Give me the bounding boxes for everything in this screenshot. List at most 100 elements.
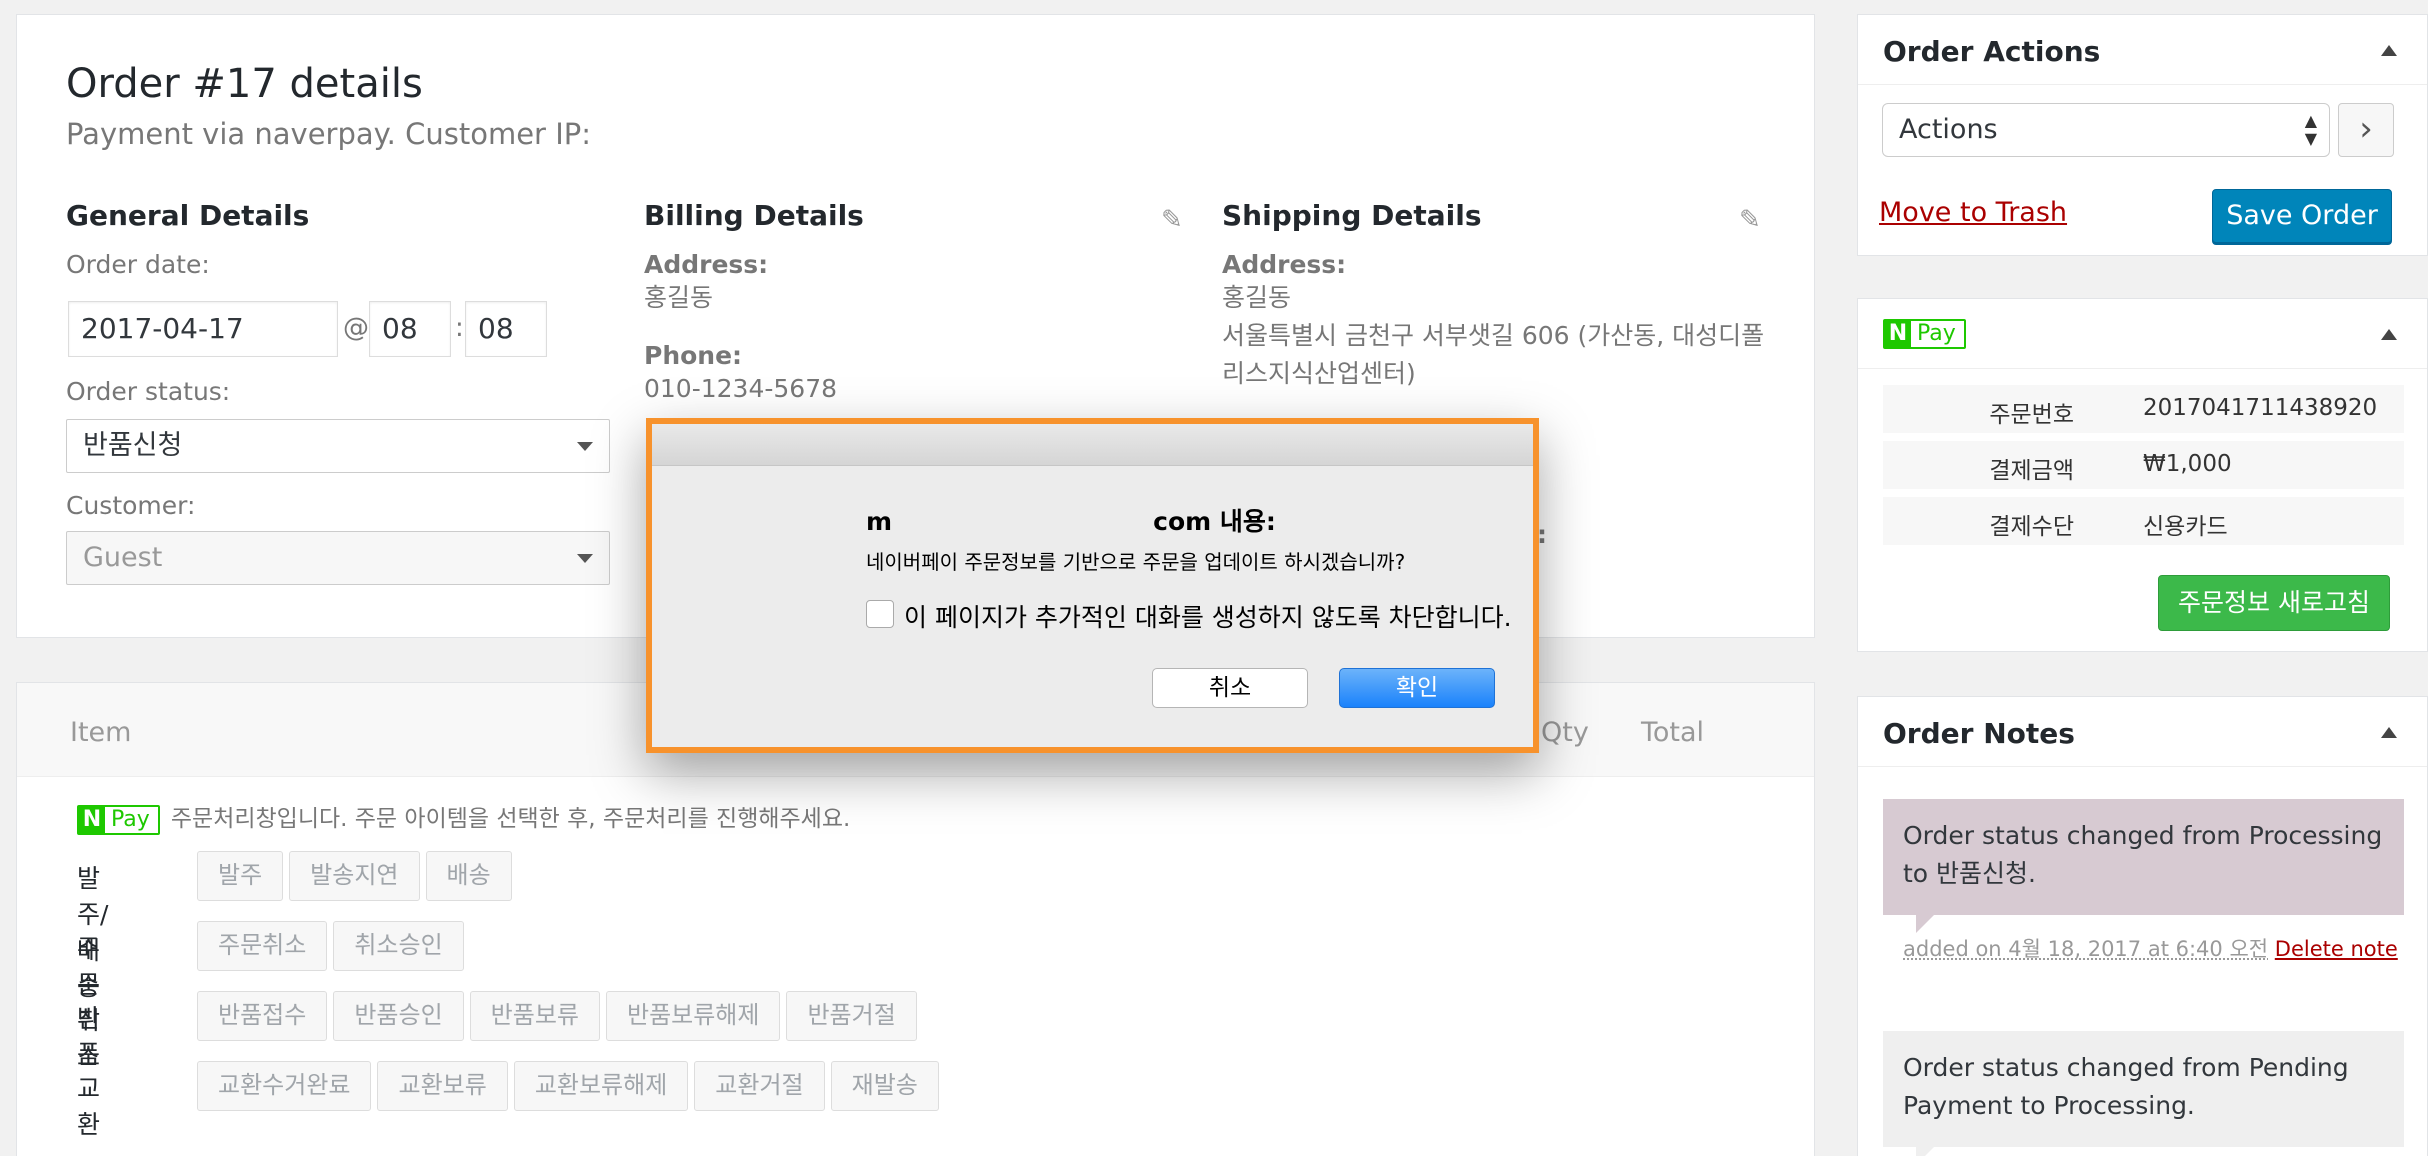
npay-box-header[interactable]: N Pay bbox=[1858, 299, 2427, 369]
move-to-trash-link[interactable]: Move to Trash bbox=[1879, 197, 2067, 228]
npay-label: Pay bbox=[111, 807, 150, 832]
save-order-button[interactable]: Save Order bbox=[2212, 189, 2392, 243]
collapse-icon[interactable] bbox=[2381, 329, 2397, 340]
select-arrows-icon: ▲ ▼ bbox=[2304, 111, 2317, 148]
naver-n-icon: N bbox=[1885, 321, 1911, 347]
shipping-address-line: 서울특별시 금천구 서부샛길 606 (가산동, 대성디폴 bbox=[1222, 321, 1765, 350]
order-actions-value: Actions bbox=[1899, 114, 1998, 145]
action-button[interactable]: 반품보류 bbox=[469, 991, 600, 1041]
billing-phone-value: 010-1234-5678 bbox=[644, 374, 838, 403]
billing-address-label: Address: bbox=[644, 250, 769, 279]
order-number-value: 2017041711438920 bbox=[2143, 395, 2378, 421]
action-button[interactable]: 취소승인 bbox=[333, 921, 464, 971]
note-meta: added on 4월 18, 2017 at 6:40 오전 Delete n… bbox=[1903, 933, 2403, 965]
npay-notice: N Pay 주문처리창입니다. 주문 아이템을 선택한 후, 주문처리를 진행해주… bbox=[77, 799, 850, 835]
general-details-heading: General Details bbox=[66, 199, 310, 232]
shipping-address-label: Address: bbox=[1222, 250, 1347, 279]
col-total: Total bbox=[1641, 717, 1705, 748]
order-number-label: 주문번호 bbox=[1989, 402, 2074, 428]
npay-box: N Pay 주문번호 2017041711438920 결제금액 ₩1,000 결… bbox=[1857, 298, 2428, 652]
billing-details: Billing Details Address: 홍길동 Phone: 010-… bbox=[644, 199, 1184, 408]
note-tail bbox=[1916, 1147, 1934, 1156]
shipping-address-line: 리스지식산업센터) bbox=[1222, 359, 1416, 388]
note-tail bbox=[1916, 915, 1934, 933]
shipping-details-heading: Shipping Details bbox=[1222, 199, 1482, 232]
payment-method-label: 결제수단 bbox=[1989, 514, 2074, 540]
dialog-message: 네이버페이 주문정보를 기반으로 주문을 업데이트 하시겠습니까? bbox=[866, 550, 1406, 574]
naver-n-icon: N bbox=[79, 807, 105, 833]
order-number-row: 주문번호 2017041711438920 bbox=[1883, 385, 2404, 433]
row-label: 반품 bbox=[77, 1004, 101, 1069]
shipping-details: Shipping Details Address: 홍길동 서울특별시 금천구 … bbox=[1222, 199, 1782, 393]
order-actions-box: Order Actions Actions ▲ ▼ › Move to Trash… bbox=[1857, 14, 2428, 256]
billing-address-value: 홍길동 bbox=[644, 283, 714, 312]
col-qty: Qty bbox=[1541, 717, 1589, 748]
payment-method-row: 결제수단 신용카드 bbox=[1883, 497, 2404, 545]
chevron-down-icon bbox=[577, 554, 593, 563]
collapse-icon[interactable] bbox=[2381, 45, 2397, 56]
collapse-icon[interactable] bbox=[2381, 727, 2397, 738]
order-status-label: Order status: bbox=[66, 377, 231, 406]
action-button[interactable]: 배송 bbox=[425, 851, 512, 901]
action-button[interactable]: 반품접수 bbox=[197, 991, 328, 1041]
note-date: added on 4월 18, 2017 at 6:40 오전 bbox=[1903, 937, 2269, 961]
time-colon: : bbox=[455, 313, 464, 343]
action-button[interactable]: 발주 bbox=[197, 851, 284, 901]
payment-method-value: 신용카드 bbox=[2143, 514, 2228, 540]
action-button[interactable]: 교환거절 bbox=[694, 1061, 825, 1111]
action-button[interactable]: 교환보류 bbox=[377, 1061, 508, 1111]
order-minute-input[interactable]: 08 bbox=[465, 301, 547, 357]
action-button[interactable]: 교환수거완료 bbox=[197, 1061, 372, 1111]
order-actions-select[interactable]: Actions ▲ ▼ bbox=[1882, 103, 2330, 157]
order-notes-heading: Order Notes bbox=[1883, 717, 2075, 750]
dialog-titlebar[interactable] bbox=[652, 424, 1533, 466]
at-separator: @ bbox=[343, 313, 369, 343]
action-button[interactable]: 재발송 bbox=[830, 1061, 939, 1111]
refresh-order-info-button[interactable]: 주문정보 새로고침 bbox=[2158, 575, 2390, 631]
order-notes-header[interactable]: Order Notes bbox=[1858, 697, 2427, 767]
payment-amount-row: 결제금액 ₩1,000 bbox=[1883, 441, 2404, 489]
npay-label: Pay bbox=[1917, 321, 1956, 346]
order-items-panel: Item Qty Total N Pay 주문처리창입니다. 주문 아이템을 선택… bbox=[16, 682, 1815, 1156]
action-button[interactable]: 반품보류해제 bbox=[605, 991, 781, 1041]
order-status-select[interactable]: 반품신청 bbox=[66, 419, 610, 473]
row-label: 교환 bbox=[77, 1074, 101, 1139]
action-button[interactable]: 주문취소 bbox=[197, 921, 328, 971]
general-details: General Details Order date: bbox=[66, 199, 606, 279]
delete-note-link[interactable]: Delete note bbox=[2275, 937, 2398, 961]
action-button[interactable]: 발송지연 bbox=[289, 851, 420, 901]
billing-details-heading: Billing Details bbox=[644, 199, 864, 232]
order-note: Order status changed from Pending Paymen… bbox=[1883, 1031, 2404, 1147]
action-button[interactable]: 반품거절 bbox=[786, 991, 917, 1041]
payment-subtitle: Payment via naverpay. Customer IP: bbox=[66, 117, 592, 151]
npay-logo: N Pay bbox=[1883, 319, 1966, 349]
apply-action-button[interactable]: › bbox=[2338, 103, 2394, 157]
order-date-label: Order date: bbox=[66, 250, 210, 279]
npay-badge: N Pay bbox=[77, 805, 160, 835]
billing-edit-icon[interactable]: ✎ bbox=[1161, 205, 1183, 235]
dialog-title: m com 내용: bbox=[866, 507, 1276, 536]
payment-amount-label: 결제금액 bbox=[1989, 458, 2074, 484]
order-actions-header[interactable]: Order Actions bbox=[1858, 15, 2427, 85]
shipping-address-line: 홍길동 bbox=[1222, 283, 1292, 312]
action-button[interactable]: 교환보류해제 bbox=[513, 1061, 689, 1111]
order-date-input[interactable]: 2017-04-17 bbox=[68, 301, 338, 357]
cancel-button[interactable]: 취소 bbox=[1152, 668, 1308, 708]
customer-select[interactable]: Guest bbox=[66, 531, 610, 585]
order-status-value: 반품신청 bbox=[83, 430, 183, 461]
confirm-button[interactable]: 확인 bbox=[1339, 668, 1495, 708]
npay-notice-text: 주문처리창입니다. 주문 아이템을 선택한 후, 주문처리를 진행해주세요. bbox=[170, 806, 851, 832]
chevron-down-icon bbox=[577, 442, 593, 451]
block-dialogs-label[interactable]: 이 페이지가 추가적인 대화를 생성하지 않도록 차단합니다. bbox=[904, 598, 1512, 634]
order-hour-input[interactable]: 08 bbox=[369, 301, 451, 357]
customer-value: Guest bbox=[83, 542, 163, 573]
action-button[interactable]: 반품승인 bbox=[333, 991, 464, 1041]
order-notes-box: Order Notes Order status changed from Pr… bbox=[1857, 696, 2428, 1156]
shipping-edit-icon[interactable]: ✎ bbox=[1739, 205, 1761, 235]
block-dialogs-checkbox[interactable] bbox=[866, 600, 894, 628]
order-note: Order status changed from Processing to … bbox=[1883, 799, 2404, 915]
col-item: Item bbox=[70, 717, 132, 748]
customer-label: Customer: bbox=[66, 491, 196, 520]
payment-amount-value: ₩1,000 bbox=[2143, 451, 2232, 477]
billing-phone-label: Phone: bbox=[644, 341, 743, 370]
